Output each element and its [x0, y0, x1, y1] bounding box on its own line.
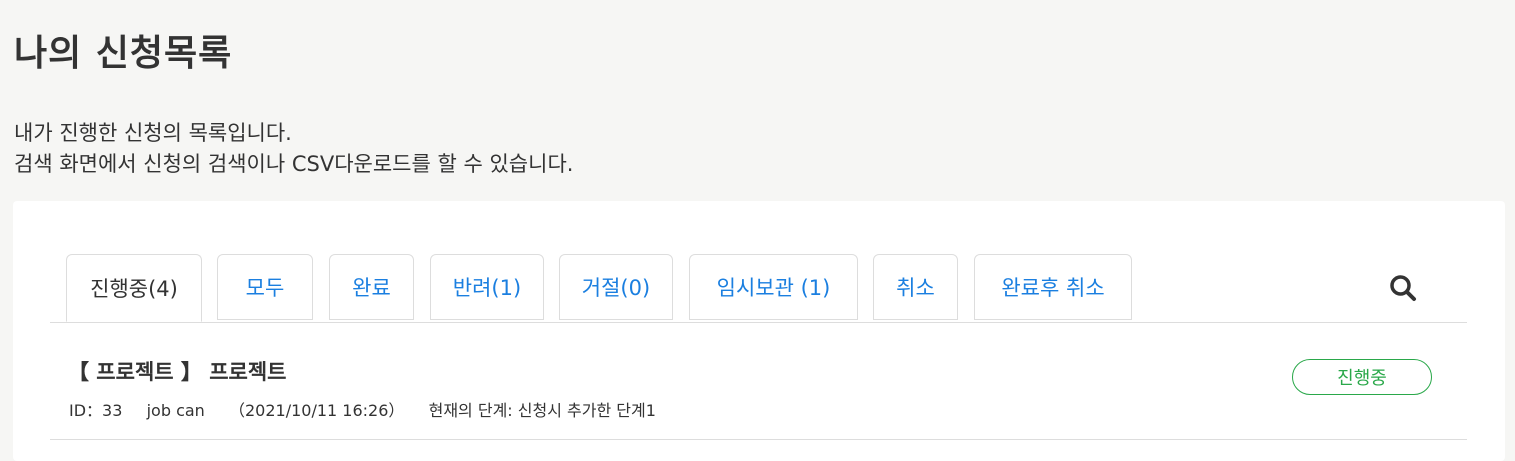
- tab-cancelled-after-completion[interactable]: 완료후 취소: [974, 254, 1132, 320]
- request-list-card: 진행중(4) 모두 완료 반려(1) 거절(0) 임시보관 (1) 취소 완료후…: [13, 201, 1505, 461]
- tab-completed[interactable]: 완료: [329, 254, 414, 320]
- page-description: 내가 진행한 신청의 목록입니다. 검색 화면에서 신청의 검색이나 CSV다운…: [14, 118, 573, 180]
- request-id: ID：33: [69, 401, 123, 420]
- description-line-2: 검색 화면에서 신청의 검색이나 CSV다운로드를 할 수 있습니다.: [14, 152, 574, 176]
- request-meta: ID：33 job can （2021/10/11 16:26） 현재의 단계:…: [69, 397, 656, 421]
- status-badge: 진행중: [1292, 359, 1432, 395]
- tab-in-progress[interactable]: 진행중(4): [66, 254, 202, 322]
- tab-draft[interactable]: 임시보관 (1): [689, 254, 858, 320]
- search-button[interactable]: [1387, 272, 1419, 304]
- request-title[interactable]: 【 프로젝트 】 프로젝트: [68, 356, 287, 386]
- status-tabs: 진행중(4) 모두 완료 반려(1) 거절(0) 임시보관 (1) 취소 완료후…: [50, 254, 1467, 323]
- list-item[interactable]: 【 프로젝트 】 프로젝트 ID：33 job can （2021/10/11 …: [50, 323, 1467, 440]
- description-line-1: 내가 진행한 신청의 목록입니다.: [14, 121, 292, 145]
- tab-cancelled[interactable]: 취소: [873, 254, 958, 320]
- request-current-step: 현재의 단계: 신청시 추가한 단계1: [428, 401, 656, 420]
- tab-rejected[interactable]: 거절(0): [559, 254, 673, 320]
- tab-all[interactable]: 모두: [217, 254, 313, 320]
- request-user: job can: [146, 401, 205, 420]
- page-title: 나의 신청목록: [14, 33, 233, 74]
- search-icon: [1390, 275, 1416, 301]
- tab-returned[interactable]: 반려(1): [430, 254, 544, 320]
- request-date: （2021/10/11 16:26）: [229, 401, 405, 420]
